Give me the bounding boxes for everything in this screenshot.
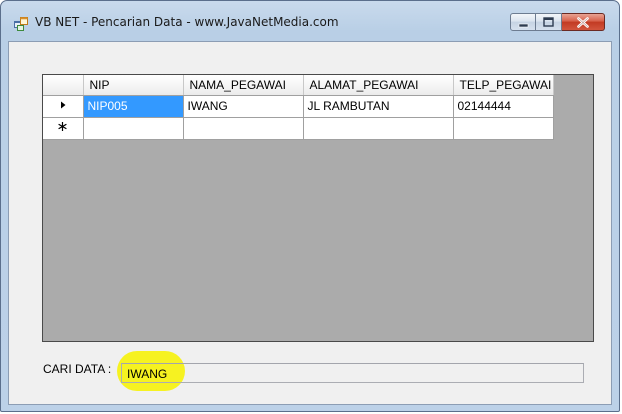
search-input[interactable] <box>121 363 584 383</box>
row-header[interactable] <box>43 95 84 118</box>
search-label: CARI DATA : <box>43 362 112 376</box>
new-row[interactable] <box>43 117 554 140</box>
new-row-header[interactable] <box>43 117 84 140</box>
grid-header-row: NIP NAMA_PEGAWAI ALAMAT_PEGAWAI TELP_PEG… <box>43 75 554 96</box>
column-header-nama-pegawai[interactable]: NAMA_PEGAWAI <box>183 75 304 96</box>
new-cell-telp-pegawai[interactable] <box>453 117 554 140</box>
cell-nama-pegawai[interactable]: IWANG <box>183 95 304 118</box>
window-title: VB NET - Pencarian Data - www.JavaNetMed… <box>35 15 339 29</box>
data-grid-table: NIP NAMA_PEGAWAI ALAMAT_PEGAWAI TELP_PEG… <box>43 75 554 140</box>
title-bar[interactable]: VB NET - Pencarian Data - www.JavaNetMed… <box>1 1 619 41</box>
maximize-button[interactable] <box>536 13 562 31</box>
window-controls <box>510 13 605 33</box>
current-row-arrow-icon <box>60 101 66 109</box>
column-header-telp-pegawai[interactable]: TELP_PEGAWAI <box>453 75 554 96</box>
column-header-alamat-pegawai[interactable]: ALAMAT_PEGAWAI <box>303 75 454 96</box>
cell-alamat-pegawai[interactable]: JL RAMBUTAN <box>303 95 454 118</box>
new-cell-alamat-pegawai[interactable] <box>303 117 454 140</box>
new-row-asterisk-icon <box>58 122 67 131</box>
grid-corner-header[interactable] <box>43 75 84 96</box>
column-header-nip[interactable]: NIP <box>83 75 184 96</box>
table-row[interactable]: NIP005 IWANG JL RAMBUTAN 02144444 <box>43 95 554 118</box>
cell-telp-pegawai[interactable]: 02144444 <box>453 95 554 118</box>
form-client-area: NIP NAMA_PEGAWAI ALAMAT_PEGAWAI TELP_PEG… <box>8 41 612 405</box>
minimize-button[interactable] <box>510 13 536 31</box>
app-form-icon[interactable] <box>14 16 28 31</box>
minimize-icon <box>518 23 529 28</box>
new-cell-nip[interactable] <box>83 117 184 140</box>
maximize-icon <box>543 17 554 27</box>
close-icon <box>577 17 589 28</box>
main-window: VB NET - Pencarian Data - www.JavaNetMed… <box>0 0 620 412</box>
data-grid-view[interactable]: NIP NAMA_PEGAWAI ALAMAT_PEGAWAI TELP_PEG… <box>42 74 594 342</box>
new-cell-nama-pegawai[interactable] <box>183 117 304 140</box>
close-button[interactable] <box>562 13 605 31</box>
cell-nip[interactable]: NIP005 <box>83 95 184 118</box>
